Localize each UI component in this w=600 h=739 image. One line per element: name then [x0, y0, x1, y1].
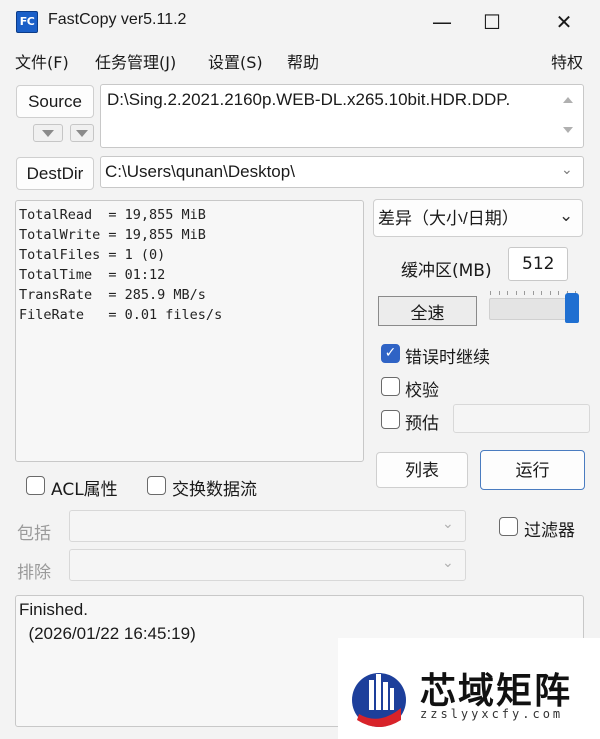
chevron-down-icon [42, 129, 54, 137]
slider-tick [507, 291, 508, 295]
verify-label: 校验 [405, 381, 439, 401]
buffer-input[interactable]: 512 [508, 247, 568, 281]
source-button[interactable]: Source [16, 85, 94, 118]
source-path-field[interactable]: D:\Sing.2.2021.2160p.WEB-DL.x265.10bit.H… [100, 84, 584, 148]
slider-tick [549, 291, 551, 295]
menu-help[interactable]: 帮助 [287, 49, 319, 73]
include-label: 包括 [17, 524, 51, 544]
status-line-2: (2026/01/22 16:45:19) [19, 624, 196, 643]
menu-settings[interactable]: 设置(S) [208, 49, 263, 73]
streams-label: 交换数据流 [172, 480, 257, 500]
watermark-url: zzslyyxcfy.com [420, 707, 564, 721]
watermark-logo [352, 673, 406, 727]
slider-tick [490, 291, 491, 295]
stats-panel: TotalRead = 19,855 MiB TotalWrite = 19,8… [15, 200, 364, 462]
estimate-checkbox[interactable] [381, 410, 400, 429]
stat-total-write: TotalWrite = 19,855 MiB [19, 227, 206, 243]
slider-tick [558, 291, 559, 295]
run-button[interactable]: 运行 [480, 450, 585, 490]
stat-total-files: TotalFiles = 1 (0) [19, 247, 166, 263]
chevron-down-icon: ⌄ [559, 206, 574, 225]
chevron-down-icon [76, 129, 88, 137]
source-options-dropdown[interactable] [70, 124, 94, 142]
verify-checkbox[interactable] [381, 377, 400, 396]
close-button[interactable]: ✕ [542, 6, 586, 38]
status-line-1: Finished. [19, 600, 88, 619]
stat-total-time: TotalTime = 01:12 [19, 267, 166, 283]
menu-privilege[interactable]: 特权 [551, 49, 583, 73]
scroll-down-icon[interactable] [563, 127, 573, 133]
filter-label: 过滤器 [524, 521, 575, 541]
stat-total-read: TotalRead = 19,855 MiB [19, 207, 206, 223]
buffer-value: 512 [522, 254, 555, 274]
stat-file-rate: FileRate = 0.01 files/s [19, 307, 223, 323]
estimate-label: 预估 [405, 414, 439, 434]
stat-trans-rate: TransRate = 285.9 MB/s [19, 287, 206, 303]
mode-select-value: 差异（大小/日期） [378, 208, 519, 228]
slider-tick [498, 291, 500, 295]
source-path-text: D:\Sing.2.2021.2160p.WEB-DL.x265.10bit.H… [107, 90, 511, 109]
acl-label: ACL属性 [51, 480, 118, 500]
fastcopy-app-icon: FC [16, 11, 38, 33]
continue-on-error-checkbox[interactable]: ✓ [381, 344, 400, 363]
mode-select[interactable]: 差异（大小/日期） ⌄ [373, 199, 583, 237]
minimize-button[interactable]: — [420, 6, 464, 38]
scroll-up-icon[interactable] [563, 97, 573, 103]
acl-checkbox[interactable] [26, 476, 45, 495]
exclude-label: 排除 [17, 563, 51, 583]
chevron-down-icon: ⌄ [442, 516, 454, 532]
source-history-dropdown[interactable] [33, 124, 63, 142]
include-select: ⌄ [69, 510, 466, 542]
menu-jobs[interactable]: 任务管理(J) [95, 49, 176, 73]
slider-tick [515, 291, 517, 295]
speed-slider-thumb[interactable] [565, 293, 579, 323]
menu-file[interactable]: 文件(F) [15, 49, 69, 73]
buffer-label: 缓冲区(MB) [401, 261, 492, 281]
chevron-down-icon[interactable]: ⌄ [561, 162, 573, 178]
slider-tick [541, 291, 542, 295]
streams-checkbox[interactable] [147, 476, 166, 495]
chevron-down-icon: ⌄ [442, 555, 454, 571]
window-title: FastCopy ver5.11.2 [48, 11, 187, 28]
speed-label: 全速 [378, 296, 477, 326]
slider-tick [524, 291, 525, 295]
dest-path-field[interactable]: C:\Users\qunan\Desktop\ ⌄ [100, 156, 584, 188]
slider-tick [532, 291, 534, 295]
maximize-button[interactable]: ☐ [470, 6, 514, 38]
list-button[interactable]: 列表 [376, 452, 468, 488]
estimate-field [453, 404, 590, 433]
destdir-button[interactable]: DestDir [16, 157, 94, 190]
filter-checkbox[interactable] [499, 517, 518, 536]
dest-path-text: C:\Users\qunan\Desktop\ [105, 162, 295, 181]
continue-on-error-label: 错误时继续 [405, 348, 490, 368]
exclude-select: ⌄ [69, 549, 466, 581]
